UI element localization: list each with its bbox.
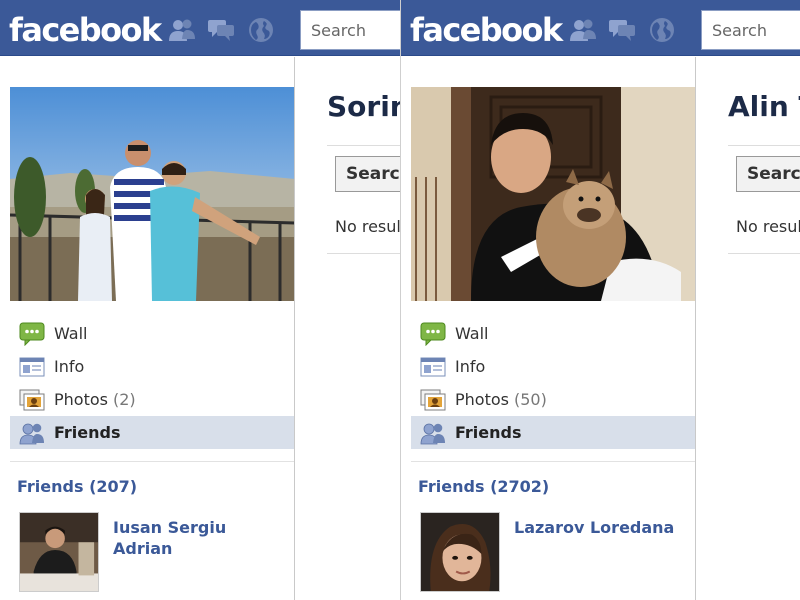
notifications-globe-icon[interactable] [247, 17, 275, 43]
menu-item-wall[interactable]: Wall [10, 317, 295, 350]
menu-item-label: Info [455, 357, 486, 376]
friends-icon [420, 421, 446, 445]
wall-icon [420, 322, 446, 346]
menu-item-photos[interactable]: Photos (50) [411, 383, 696, 416]
menu-item-label: Photos [54, 390, 108, 409]
search-box [300, 10, 400, 50]
menu-item-info[interactable]: Info [10, 350, 295, 383]
divider [327, 145, 400, 146]
friend-requests-icon[interactable] [569, 17, 597, 43]
divider [411, 461, 696, 462]
profile-menu: Wall Info Photos (50) Friends [411, 317, 696, 449]
menu-item-label: Friends [455, 423, 522, 442]
left-sidebar: Wall Info Photos (2) Friends Friends (20… [0, 57, 295, 600]
friend-avatar[interactable] [19, 512, 99, 592]
menu-item-wall[interactable]: Wall [411, 317, 696, 350]
profile-name: Sorin [327, 90, 400, 123]
divider [327, 253, 400, 254]
facebook-logo[interactable]: facebook [410, 10, 563, 50]
menu-item-label: Wall [54, 324, 88, 343]
profile-panel-alin: facebook Search Wall Info Photos (50) Fr… [400, 0, 800, 600]
main-content: Sorin Search No results [294, 57, 400, 600]
search-button[interactable]: Search [335, 156, 400, 192]
info-icon [19, 355, 45, 379]
messages-icon[interactable] [608, 17, 636, 43]
search-box [701, 10, 800, 50]
no-results-text: No results [736, 217, 800, 236]
photos-count: (50) [513, 390, 547, 409]
menu-item-label: Wall [455, 324, 489, 343]
friends-heading-link[interactable]: Friends (2702) [418, 477, 549, 496]
friend-name-link[interactable]: Iusan Sergiu Adrian [113, 517, 288, 559]
friend-requests-icon[interactable] [168, 17, 196, 43]
friend-avatar[interactable] [420, 512, 500, 592]
friend-name-link[interactable]: Lazarov Loredana [514, 517, 689, 538]
friends-heading-link[interactable]: Friends (207) [17, 477, 137, 496]
menu-item-friends[interactable]: Friends [411, 416, 696, 449]
messages-icon[interactable] [207, 17, 235, 43]
no-results-text: No results [335, 217, 400, 236]
profile-panel-sorin: facebook Search Wall Info Photos (2) Fri… [0, 0, 400, 600]
photos-icon [19, 388, 45, 412]
top-bar: facebook [401, 0, 800, 56]
profile-photo[interactable] [10, 87, 295, 301]
search-button[interactable]: Search [736, 156, 800, 192]
notifications-globe-icon[interactable] [648, 17, 676, 43]
top-bar: facebook [0, 0, 400, 56]
profile-name: Alin T [728, 90, 800, 123]
photos-icon [420, 388, 446, 412]
menu-item-label: Photos [455, 390, 509, 409]
menu-item-label: Friends [54, 423, 121, 442]
info-icon [420, 355, 446, 379]
friends-icon [19, 421, 45, 445]
profile-photo[interactable] [411, 87, 696, 301]
menu-item-info[interactable]: Info [411, 350, 696, 383]
profile-menu: Wall Info Photos (2) Friends [10, 317, 295, 449]
photos-count: (2) [112, 390, 136, 409]
facebook-logo[interactable]: facebook [9, 10, 162, 50]
wall-icon [19, 322, 45, 346]
menu-item-friends[interactable]: Friends [10, 416, 295, 449]
menu-item-label: Info [54, 357, 85, 376]
divider [10, 461, 295, 462]
main-content: Alin T Search No results [695, 57, 800, 600]
menu-item-photos[interactable]: Photos (2) [10, 383, 295, 416]
divider [728, 253, 800, 254]
left-sidebar: Wall Info Photos (50) Friends Friends (2… [401, 57, 696, 600]
search-input[interactable] [702, 11, 800, 49]
divider [728, 145, 800, 146]
search-input[interactable] [301, 11, 400, 49]
